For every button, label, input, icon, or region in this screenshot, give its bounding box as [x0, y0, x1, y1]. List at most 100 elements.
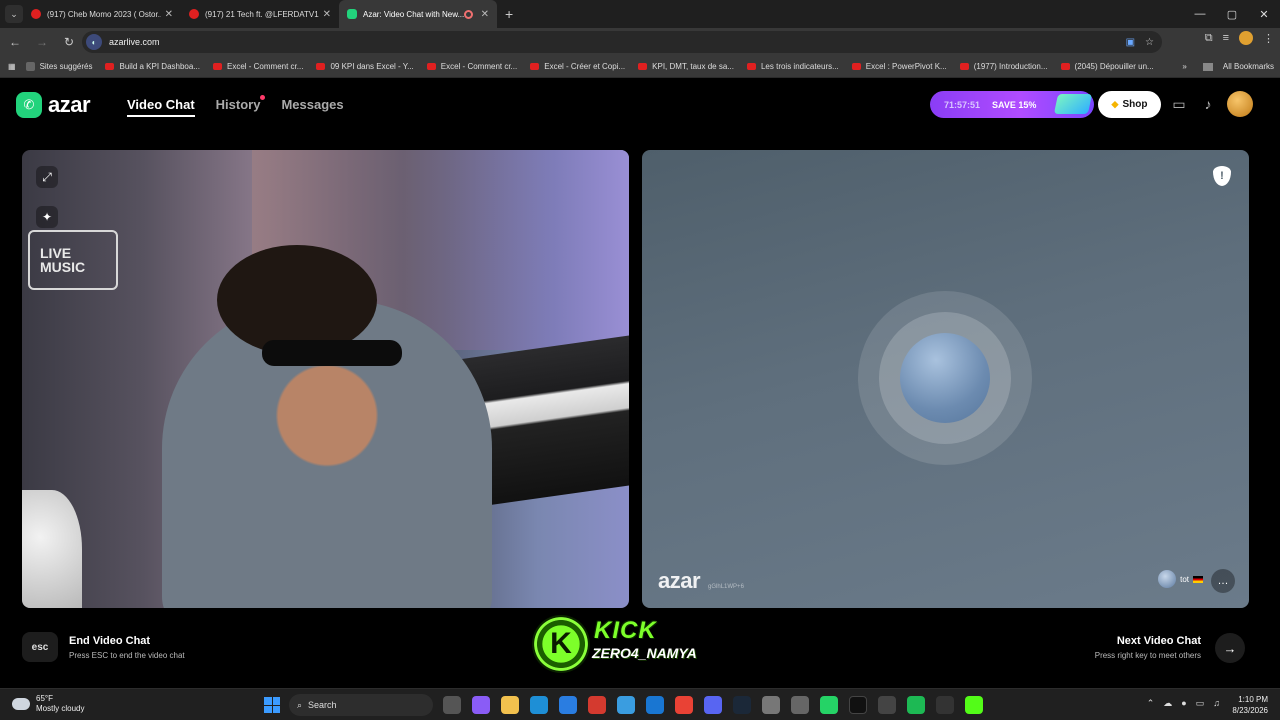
main-nav: Video Chat History Messages — [127, 95, 344, 117]
extensions-icon[interactable]: ⧉ — [1205, 32, 1213, 45]
weather-widget[interactable]: 65°F Mostly cloudy — [12, 694, 84, 714]
address-bar[interactable]: ◐ azarlive.com ▣ ☆ — [82, 31, 1162, 53]
chatgpt-icon[interactable] — [762, 696, 780, 714]
media-control-icon[interactable]: ≡ — [1223, 32, 1229, 44]
app-box-icon[interactable] — [878, 696, 896, 714]
close-window-icon[interactable]: ✕ — [1248, 0, 1280, 28]
chat-bubble-icon[interactable]: … — [1211, 569, 1235, 593]
close-tab-icon[interactable]: ✕ — [481, 9, 489, 20]
germany-flag-icon — [1193, 575, 1203, 583]
report-shield-icon[interactable]: ! — [1213, 166, 1231, 186]
next-video-chat-title[interactable]: Next Video Chat — [1117, 635, 1201, 647]
youtube-icon — [959, 63, 969, 70]
translate-icon[interactable]: ▣ — [1126, 37, 1135, 48]
reload-icon[interactable]: ↻ — [57, 30, 81, 54]
bookmark-item[interactable]: Les trois indicateurs... — [746, 62, 839, 71]
bookmark-label: Excel - Comment cr... — [226, 62, 304, 71]
partner-name: tot — [1180, 574, 1189, 584]
maximize-icon[interactable]: ▢ — [1216, 0, 1248, 28]
file-explorer-icon[interactable] — [501, 696, 519, 714]
inbox-icon[interactable]: ▭ — [1169, 94, 1189, 114]
taskbar-clock[interactable]: 1:10 PM 8/23/2026 — [1232, 694, 1268, 716]
shop-label: Shop — [1122, 99, 1148, 110]
user-avatar[interactable] — [1227, 91, 1253, 117]
url-text: azarlive.com — [109, 37, 160, 47]
bookmark-item[interactable]: 09 KPI dans Excel - Y... — [316, 62, 414, 71]
network-icon[interactable]: ▭ — [1196, 698, 1205, 709]
bookmark-label: Excel - Créer et Copi... — [544, 62, 626, 71]
bookmark-item[interactable]: Sites suggérés — [25, 62, 92, 71]
partner-info[interactable]: tot — [1158, 567, 1203, 591]
more-bookmarks-icon[interactable]: » — [1182, 62, 1186, 71]
shop-button[interactable]: ◆ Shop — [1098, 91, 1161, 118]
browser-tab[interactable]: (917) 21 Tech ft. @LFERDATV12... ✕ — [181, 0, 339, 28]
task-view-icon[interactable] — [443, 696, 461, 714]
neon-sign: LIVE MUSIC — [28, 230, 118, 290]
volume-icon[interactable]: ♫ — [1213, 698, 1220, 709]
bookmark-item[interactable]: Excel : PowerPivot K... — [851, 62, 947, 71]
minimize-icon[interactable]: — — [1184, 0, 1216, 28]
swap-camera-icon[interactable]: ⤢ — [36, 166, 58, 188]
close-tab-icon[interactable]: ✕ — [323, 9, 331, 20]
windows-start-icon[interactable] — [264, 697, 280, 713]
close-tab-icon[interactable]: ✕ — [165, 9, 173, 20]
back-icon[interactable]: ← — [3, 30, 27, 54]
apps-grid-icon[interactable]: ▦ — [8, 62, 16, 71]
copilot-icon[interactable] — [472, 696, 490, 714]
bookmark-item[interactable]: KPI, DMT, taux de sa... — [638, 62, 734, 71]
esc-key-button[interactable]: esc — [22, 632, 58, 662]
browser-toolbar: ← → ↻ ◐ azarlive.com ▣ ☆ ⧉ ≡ ⋮ — [0, 28, 1280, 56]
bookmark-star-icon[interactable]: ☆ — [1145, 37, 1154, 48]
profile-avatar-icon[interactable] — [1239, 31, 1253, 45]
azar-logo[interactable]: ✆ azar — [16, 92, 91, 118]
magic-wand-icon[interactable]: ✦ — [36, 206, 58, 228]
sunglasses — [262, 340, 402, 366]
tab-search-dropdown-icon[interactable]: ⌄ — [5, 5, 23, 23]
app-g-icon[interactable] — [936, 696, 954, 714]
new-tab-icon[interactable]: + — [505, 6, 513, 22]
bookmark-item[interactable]: Build a KPI Dashboa... — [105, 62, 200, 71]
chevron-up-icon[interactable]: ⌃ — [1147, 698, 1155, 709]
partner-avatar — [1158, 570, 1177, 588]
tiktok-icon[interactable] — [849, 696, 867, 714]
discord-icon[interactable] — [704, 696, 722, 714]
cloud-sync-icon[interactable]: ☁ — [1163, 698, 1172, 709]
chrome-icon[interactable] — [675, 696, 693, 714]
nav-video-chat[interactable]: Video Chat — [127, 97, 195, 117]
store-icon[interactable] — [559, 696, 577, 714]
outlook-icon[interactable] — [646, 696, 664, 714]
azar-watermark: azar gGlhL1WP+6 — [658, 568, 744, 594]
bookmark-label: (1977) Introduction... — [973, 62, 1048, 71]
app-l-icon[interactable] — [588, 696, 606, 714]
browser-tab[interactable]: (917) Cheb Momo 2023 ( Ostor... ✕ — [23, 0, 181, 28]
browser-tab-active[interactable]: Azar: Video Chat with New... ✕ — [339, 0, 497, 28]
kick-app-icon[interactable] — [965, 696, 983, 714]
taskbar-search[interactable]: ⌕ Search — [289, 694, 433, 716]
menu-kebab-icon[interactable]: ⋮ — [1263, 32, 1274, 45]
microphone-icon[interactable]: ● — [1181, 698, 1186, 709]
bookmark-item[interactable]: Excel - Comment cr... — [212, 62, 304, 71]
bookmark-item[interactable]: Excel - Comment cr... — [426, 62, 517, 71]
all-bookmarks-link[interactable]: All Bookmarks — [1223, 62, 1274, 71]
nav-messages[interactable]: Messages — [281, 97, 343, 117]
youtube-favicon-icon — [189, 9, 199, 19]
app-grid-icon[interactable] — [791, 696, 809, 714]
promo-banner[interactable]: 71:57:51 SAVE 15% — [930, 91, 1094, 118]
nav-history[interactable]: History — [216, 95, 266, 117]
edge-icon[interactable] — [530, 696, 548, 714]
bookmark-item[interactable]: (2045) Dépouiller un... — [1060, 62, 1154, 71]
end-video-chat-title[interactable]: End Video Chat — [69, 635, 150, 647]
whatsapp-icon[interactable] — [820, 696, 838, 714]
next-arrow-button[interactable]: → — [1215, 633, 1245, 663]
spotify-icon[interactable] — [907, 696, 925, 714]
steam-icon[interactable] — [733, 696, 751, 714]
site-info-icon[interactable]: ◐ — [86, 34, 102, 50]
bell-icon[interactable]: ♪ — [1198, 94, 1218, 114]
azar-logo-text: azar — [48, 92, 91, 117]
bookmark-item[interactable]: Excel - Créer et Copi... — [530, 62, 625, 71]
bookmark-item[interactable]: (1977) Introduction... — [959, 62, 1048, 71]
tab-title: (917) 21 Tech ft. @LFERDATV12... — [205, 9, 319, 19]
forward-icon[interactable]: → — [30, 30, 54, 54]
app-pen-icon[interactable] — [617, 696, 635, 714]
neon-sign-line1: LIVE — [40, 245, 72, 261]
